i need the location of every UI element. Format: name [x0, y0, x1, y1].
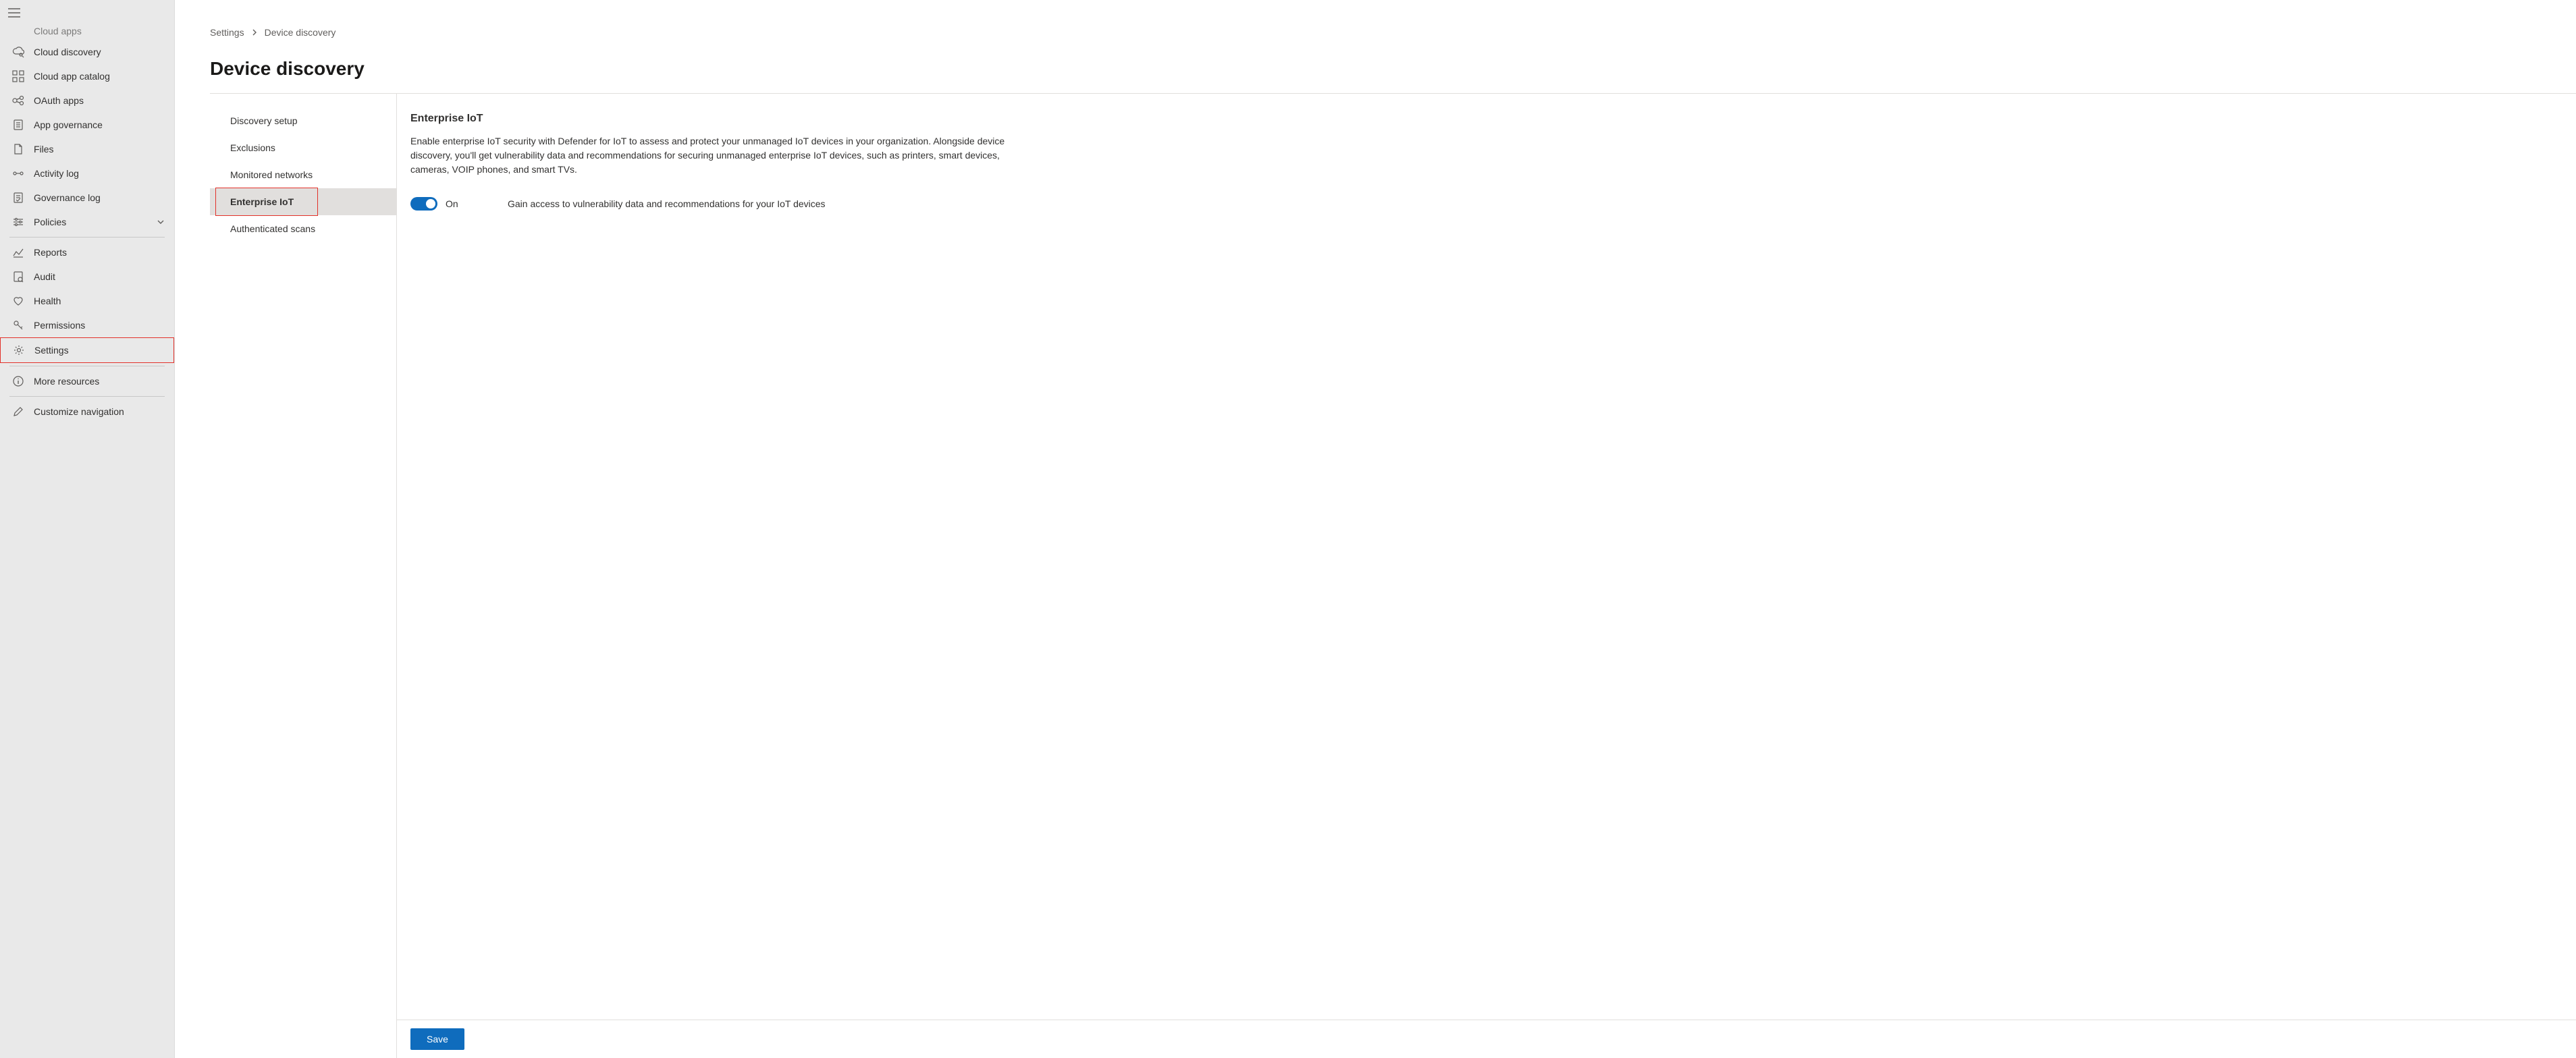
sidebar-item-customize-navigation[interactable]: Customize navigation: [0, 399, 174, 424]
cloud-discovery-icon: [12, 46, 24, 58]
edit-icon: [12, 406, 24, 418]
sidebar-item-label: More resources: [34, 376, 165, 387]
page-title: Device discovery: [175, 38, 2576, 93]
audit-icon: [12, 271, 24, 283]
sidebar-item-label: Health: [34, 296, 165, 306]
gear-icon: [13, 344, 25, 356]
sidebar-item-label: Cloud apps: [34, 26, 165, 36]
sidebar-item-label: Activity log: [34, 168, 165, 179]
health-icon: [12, 295, 24, 307]
sidebar-item-more-resources[interactable]: More resources: [0, 369, 174, 393]
sidebar-item-permissions[interactable]: Permissions: [0, 313, 174, 337]
detail-description: Enable enterprise IoT security with Defe…: [410, 134, 1031, 177]
sidebar-item-health[interactable]: Health: [0, 289, 174, 313]
breadcrumb-current: Device discovery: [265, 27, 336, 38]
content-wrap: Discovery setup Exclusions Monitored net…: [210, 94, 2576, 1058]
sidebar-item-label: Settings: [34, 345, 164, 356]
sidebar-item-cloud-app-catalog[interactable]: Cloud app catalog: [0, 64, 174, 88]
breadcrumb: Settings Device discovery: [175, 0, 2576, 38]
nav-divider: [9, 396, 165, 397]
sidebar-item-cloud-apps[interactable]: Cloud apps: [0, 25, 174, 40]
subnav-item-exclusions[interactable]: Exclusions: [210, 134, 396, 161]
activity-icon: [12, 167, 24, 179]
sidebar-item-audit[interactable]: Audit: [0, 264, 174, 289]
breadcrumb-root[interactable]: Settings: [210, 27, 244, 38]
sidebar-item-app-governance[interactable]: App governance: [0, 113, 174, 137]
subnav: Discovery setup Exclusions Monitored net…: [210, 94, 397, 1058]
sidebar-item-cloud-discovery[interactable]: Cloud discovery: [0, 40, 174, 64]
chevron-right-icon: [251, 27, 258, 38]
main-content: Settings Device discovery Device discove…: [175, 0, 2576, 1058]
subnav-item-discovery-setup[interactable]: Discovery setup: [210, 107, 396, 134]
sidebar-item-label: Policies: [34, 217, 147, 227]
governance-log-icon: [12, 192, 24, 204]
oauth-icon: [12, 94, 24, 107]
sidebar-item-governance-log[interactable]: Governance log: [0, 186, 174, 210]
sidebar-item-label: Cloud app catalog: [34, 71, 165, 82]
sidebar-item-label: App governance: [34, 119, 165, 130]
toggle-hint: Gain access to vulnerability data and re…: [508, 198, 826, 209]
sidebar-item-label: Files: [34, 144, 165, 155]
subnav-item-enterprise-iot[interactable]: Enterprise IoT: [210, 188, 396, 215]
files-icon: [12, 143, 24, 155]
permissions-icon: [12, 319, 24, 331]
sidebar-item-activity-log[interactable]: Activity log: [0, 161, 174, 186]
sidebar-item-oauth-apps[interactable]: OAuth apps: [0, 88, 174, 113]
hamburger-icon: [8, 9, 20, 20]
sidebar-item-reports[interactable]: Reports: [0, 240, 174, 264]
sidebar-item-policies[interactable]: Policies: [0, 210, 174, 234]
chevron-down-icon: [157, 218, 165, 226]
policies-icon: [12, 216, 24, 228]
detail-scroll: Enterprise IoT Enable enterprise IoT sec…: [397, 94, 2576, 1020]
subnav-item-authenticated-scans[interactable]: Authenticated scans: [210, 215, 396, 242]
toggle-state-label: On: [446, 198, 486, 209]
toggle-knob: [426, 199, 435, 208]
sidebar-item-label: Audit: [34, 271, 165, 282]
hamburger-menu[interactable]: [0, 3, 174, 25]
catalog-icon: [12, 70, 24, 82]
detail-footer: Save: [397, 1020, 2576, 1058]
subnav-item-monitored-networks[interactable]: Monitored networks: [210, 161, 396, 188]
sidebar-item-label: Cloud discovery: [34, 47, 165, 57]
sidebar-item-label: Governance log: [34, 192, 165, 203]
nav-divider: [9, 237, 165, 238]
left-sidebar: Cloud apps Cloud discovery Cloud app cat…: [0, 0, 175, 1058]
info-icon: [12, 375, 24, 387]
toggle-row: On Gain access to vulnerability data and…: [410, 197, 2562, 211]
sidebar-item-label: Reports: [34, 247, 165, 258]
detail-heading: Enterprise IoT: [410, 113, 2562, 125]
enterprise-iot-toggle[interactable]: [410, 197, 437, 211]
detail-pane: Enterprise IoT Enable enterprise IoT sec…: [397, 94, 2576, 1058]
sidebar-item-label: Permissions: [34, 320, 165, 331]
save-button[interactable]: Save: [410, 1028, 464, 1050]
cloud-apps-icon: [12, 25, 24, 37]
sidebar-item-label: OAuth apps: [34, 95, 165, 106]
reports-icon: [12, 246, 24, 258]
sidebar-item-settings[interactable]: Settings: [0, 337, 174, 363]
app-governance-icon: [12, 119, 24, 131]
sidebar-item-label: Customize navigation: [34, 406, 165, 417]
sidebar-item-files[interactable]: Files: [0, 137, 174, 161]
